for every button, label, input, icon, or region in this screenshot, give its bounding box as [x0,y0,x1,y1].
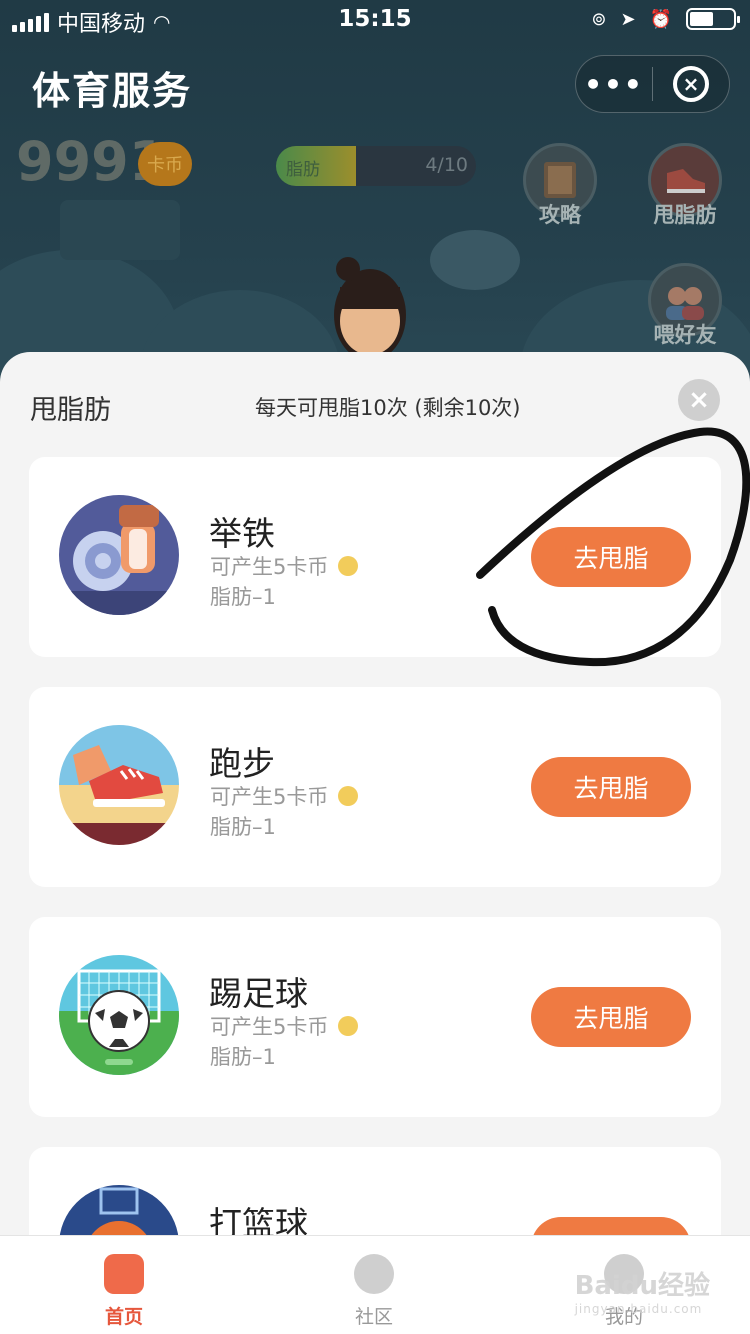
coin-icon [338,556,359,576]
go-shake-button[interactable]: 去甩脂 [531,527,691,587]
battery-icon [686,8,740,30]
miniapp-capsule: ••• × [575,55,730,113]
shake-fat-panel: 甩脂肪 每天可甩脂10次 (剩余10次) × 举铁 可产生5卡币 脂肪–1 去甩… [0,352,750,1334]
location-icon: ➤ [620,8,636,30]
activity-name: 跑步 [209,744,275,783]
reward-text: 可产生5卡币 [210,1015,329,1039]
running-shoe-icon [59,725,179,845]
fat-label: 脂肪 [286,160,320,180]
tab-label: 社区 [354,1306,393,1328]
activity-card-weightlifting: 举铁 可产生5卡币 脂肪–1 去甩脂 [29,457,721,657]
panel-title: 甩脂肪 [30,395,111,426]
go-shake-button[interactable]: 去甩脂 [531,987,691,1047]
activity-reward: 可产生5卡币 [210,1011,359,1041]
activity-name: 举铁 [209,514,275,553]
rotation-lock-icon: ⊚ [591,8,607,30]
community-icon [354,1254,394,1294]
coin-icon [338,786,359,806]
activity-cost: 脂肪–1 [210,1045,276,1069]
tab-community[interactable]: 社区 [324,1254,424,1329]
guide-button[interactable]: 攻略 [520,143,600,229]
weightlifting-icon [59,495,179,615]
shake-fat-label: 甩脂肪 [653,203,717,227]
activity-card-soccer: 踢足球 可产生5卡币 脂肪–1 去甩脂 [29,917,721,1117]
watermark-sub: jingyan.baidu.com [574,1302,703,1316]
activity-cost: 脂肪–1 [210,815,276,839]
tab-home[interactable]: 首页 [74,1254,174,1329]
status-bar: 中国移动 ◠ 15:15 ⊚ ➤ ⏰ [0,0,750,40]
activity-card-running: 跑步 可产生5卡币 脂肪–1 去甩脂 [29,687,721,887]
reward-text: 可产生5卡币 [210,555,329,579]
coin-icon [338,1016,359,1036]
close-icon[interactable]: × [678,379,720,421]
more-dots-icon[interactable]: ••• [576,68,652,101]
shake-fat-button[interactable]: 甩脂肪 [645,143,725,229]
go-shake-button[interactable]: 去甩脂 [531,757,691,817]
feed-friend-button[interactable]: 喂好友 [645,263,725,349]
fat-progress-bar: 脂肪 4/10 [276,146,476,186]
panel-subtitle: 每天可甩脂10次 (剩余10次) [255,396,521,420]
tab-label: 首页 [104,1306,143,1328]
miniapp-close-icon: × [673,66,709,102]
watermark: Baidu经验 jingyan.baidu.com [575,1265,710,1316]
activity-reward: 可产生5卡币 [210,551,359,581]
alarm-icon: ⏰ [649,8,672,30]
reward-text: 可产生5卡币 [210,785,329,809]
watermark-text: Baidu经验 [574,1271,710,1301]
page-title: 体育服务 [32,69,193,113]
miniapp-close-button[interactable]: × [653,66,729,102]
home-icon [104,1254,144,1294]
feed-friend-label: 喂好友 [653,323,717,347]
activity-name: 踢足球 [209,974,308,1013]
coin-unit-badge: 卡币 [138,142,192,186]
guide-label: 攻略 [539,203,581,227]
fat-count: 4/10 [425,154,468,176]
soccer-icon [59,955,179,1075]
activity-cost: 脂肪–1 [210,585,276,609]
activity-reward: 可产生5卡币 [210,781,359,811]
